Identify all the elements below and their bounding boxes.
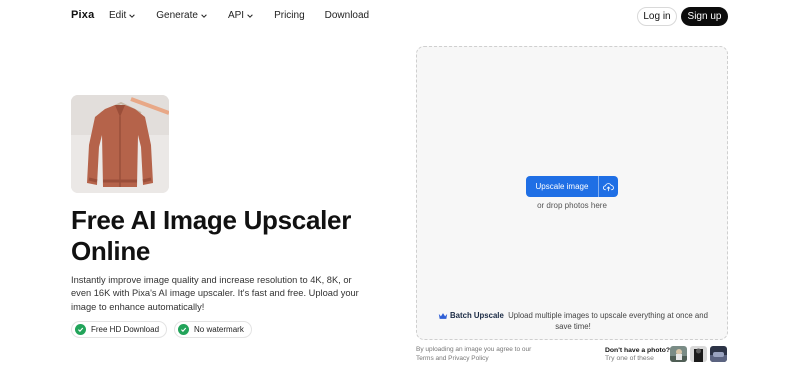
hero-jacket-image	[71, 95, 169, 193]
chevron-down-icon	[201, 13, 207, 18]
hero-description: Instantly improve image quality and incr…	[71, 275, 359, 312]
check-circle-icon	[178, 324, 190, 335]
no-photo-question: Don't have a photo?	[605, 347, 671, 354]
sample-photo-2[interactable]	[690, 346, 707, 362]
crown-icon	[438, 313, 448, 319]
nav-pricing[interactable]: Pricing	[274, 10, 305, 21]
badge-no-watermark-label: No watermark	[194, 325, 244, 334]
jacket-photo	[71, 95, 169, 193]
batch-upscale-title[interactable]: Batch Upscale	[450, 311, 504, 320]
upload-button-group: Upscale image	[526, 176, 618, 197]
nav-links: Edit Generate API Pricing Download	[109, 10, 389, 21]
nav-download[interactable]: Download	[325, 10, 369, 21]
badge-free-hd: Free HD Download	[71, 321, 168, 338]
sample-photos	[670, 346, 727, 362]
chevron-down-icon	[129, 13, 136, 18]
terms-note: By uploading an image you agree to our T…	[416, 346, 532, 362]
batch-upscale-text: Upload multiple images to upscale everyt…	[508, 311, 708, 331]
upload-dropzone[interactable]: Upscale image or drop photos here Batch …	[416, 46, 728, 340]
upload-options-button[interactable]	[598, 176, 618, 197]
feature-badges: Free HD Download No watermark	[71, 321, 252, 338]
drop-hint: or drop photos here	[537, 201, 607, 210]
badge-no-watermark: No watermark	[174, 321, 252, 338]
sample-photo-3[interactable]	[710, 346, 727, 362]
cloud-upload-icon	[603, 182, 614, 191]
sample-photo-1[interactable]	[670, 346, 687, 362]
nav-generate[interactable]: Generate	[156, 10, 208, 21]
chevron-down-icon	[247, 13, 253, 18]
signup-button[interactable]: Sign up	[681, 7, 728, 26]
nav-edit[interactable]: Edit	[109, 10, 136, 21]
nav-api-label: API	[227, 10, 245, 21]
nav-api[interactable]: API	[228, 10, 254, 21]
sample-photos-prompt: Don't have a photo? Try one of these	[605, 347, 670, 363]
top-nav: Pixa Edit Generate API Pricing Download …	[0, 0, 800, 34]
pixa-logo[interactable]: Pixa	[71, 9, 94, 21]
check-circle-icon	[75, 324, 86, 335]
login-button[interactable]: Log in	[637, 7, 677, 26]
nav-edit-label: Edit	[109, 10, 127, 21]
no-photo-try: Try one of these	[605, 355, 654, 362]
upscale-image-button[interactable]: Upscale image	[526, 176, 598, 197]
nav-generate-label: Generate	[156, 10, 198, 21]
badge-free-hd-label: Free HD Download	[91, 325, 160, 334]
page-title: Free AI Image Upscaler Online	[71, 205, 352, 266]
batch-upscale-note: Batch Upscale Upload multiple images to …	[431, 310, 715, 332]
